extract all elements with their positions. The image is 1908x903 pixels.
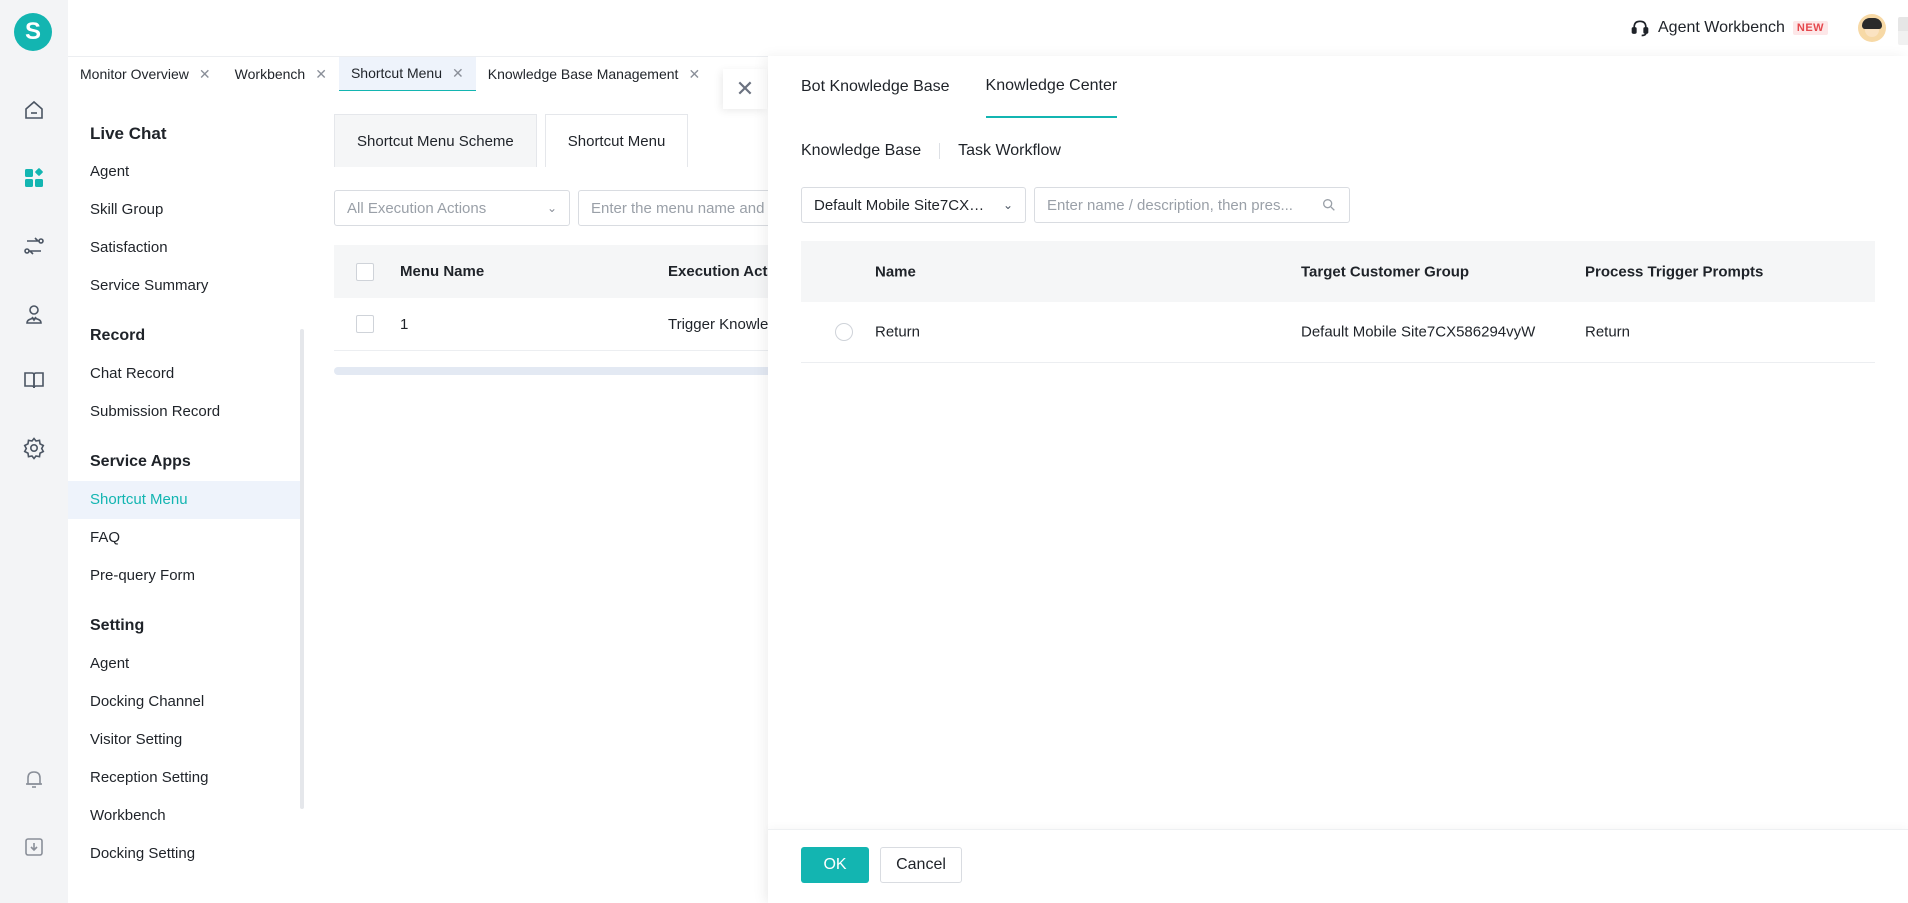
workflow-search-input[interactable] <box>1047 196 1321 214</box>
sidebar-item-visitor-setting[interactable]: Visitor Setting <box>68 721 304 759</box>
sidebar-item-skill-group[interactable]: Skill Group <box>68 191 304 229</box>
segment-knowledge-base[interactable]: Knowledge Base <box>801 142 921 160</box>
section-live-chat: Live Chat <box>90 124 167 143</box>
sidebar-item-faq[interactable]: FAQ <box>68 519 304 557</box>
apps-icon[interactable] <box>20 164 48 192</box>
sidebar-item-workbench[interactable]: Workbench <box>68 797 304 835</box>
workflow-name-cell: Return <box>875 323 921 341</box>
search-icon[interactable] <box>1321 197 1337 213</box>
sidebar-item-submission-record[interactable]: Submission Record <box>68 393 304 431</box>
section-setting: Setting <box>90 617 145 634</box>
agent-workbench-link[interactable]: Agent Workbench NEW <box>1630 18 1829 38</box>
tab-shortcut-menu-list[interactable]: Shortcut Menu <box>544 114 689 167</box>
user-menu[interactable]: ▼ <box>1898 15 1908 47</box>
menu-table-header: Menu Name Execution Acti <box>334 245 784 298</box>
section-service-apps: Service Apps <box>90 453 191 470</box>
close-icon[interactable]: ✕ <box>315 66 327 83</box>
close-icon: ✕ <box>735 76 755 101</box>
settings-icon[interactable] <box>20 434 48 462</box>
username-redacted <box>1898 17 1908 45</box>
close-icon[interactable]: ✕ <box>688 66 700 83</box>
execution-action-filter[interactable]: All Execution Actions ⌄ <box>334 190 570 226</box>
sidebar-item-docking-setting[interactable]: Docking Setting <box>68 835 304 873</box>
book-icon[interactable] <box>20 366 48 394</box>
tab-knowledge-base-management[interactable]: Knowledge Base Management ✕ <box>476 57 712 92</box>
sidebar-item-docking-channel[interactable]: Docking Channel <box>68 683 304 721</box>
drawer-tabs: Bot Knowledge Base Knowledge Center <box>801 56 1118 118</box>
sidebar-item-satisfaction[interactable]: Satisfaction <box>68 229 304 267</box>
trigger-prompt-cell: Return <box>1585 323 1631 341</box>
row-checkbox[interactable] <box>356 315 374 333</box>
tab-bot-knowledge-base[interactable]: Bot Knowledge Base <box>801 56 950 118</box>
headset-icon <box>1631 20 1649 37</box>
sidebar-item-pre-query-form[interactable]: Pre-query Form <box>68 557 304 595</box>
ok-button[interactable]: OK <box>801 847 869 883</box>
sidebar-item-service-summary[interactable]: Service Summary <box>68 267 304 305</box>
column-target-customer-group: Target Customer Group <box>1301 263 1470 280</box>
horizontal-scrollbar[interactable] <box>334 367 784 375</box>
drawer-close-button[interactable]: ✕ <box>723 69 767 109</box>
sidebar-item-reception-setting[interactable]: Reception Setting <box>68 759 304 797</box>
download-icon[interactable] <box>20 833 48 861</box>
home-icon[interactable] <box>20 96 48 124</box>
table-row[interactable]: 1 Trigger Knowle <box>334 298 784 351</box>
chevron-down-icon: ⌄ <box>1002 198 1013 212</box>
tab-shortcut-menu-scheme[interactable]: Shortcut Menu Scheme <box>334 114 537 167</box>
cancel-button[interactable]: Cancel <box>880 847 962 883</box>
sidebar-item-shortcut-menu[interactable]: Shortcut Menu <box>68 481 304 519</box>
segment-task-workflow[interactable]: Task Workflow <box>958 142 1061 160</box>
avatar[interactable] <box>1858 14 1886 42</box>
sidebar-item-setting-agent[interactable]: Agent <box>68 645 304 683</box>
tab-knowledge-center[interactable]: Knowledge Center <box>985 56 1118 118</box>
menu-name-cell: 1 <box>400 315 409 333</box>
site-select[interactable]: Default Mobile Site7CX586294vyW ⌄ <box>801 187 1026 223</box>
section-record: Record <box>90 327 146 344</box>
row-radio[interactable] <box>835 323 853 341</box>
column-execution-action: Execution Acti <box>668 263 772 280</box>
main-content: Shortcut Menu Scheme Shortcut Menu All E… <box>304 91 784 903</box>
tab-shortcut-menu[interactable]: Shortcut Menu ✕ <box>338 56 476 92</box>
bell-icon[interactable] <box>20 765 48 793</box>
subtabs: Shortcut Menu Scheme Shortcut Menu <box>334 114 696 167</box>
table-row[interactable]: Return Default Mobile Site7CX586294vyW R… <box>801 302 1875 363</box>
column-process-trigger-prompts: Process Trigger Prompts <box>1585 263 1764 280</box>
icon-rail: S <box>0 0 68 903</box>
sidebar-item-chat-record[interactable]: Chat Record <box>68 355 304 393</box>
execution-action-cell: Trigger Knowle <box>668 315 769 333</box>
agent-workbench-label: Agent Workbench <box>1658 19 1785 36</box>
knowledge-select-drawer: Bot Knowledge Base Knowledge Center Know… <box>768 56 1908 903</box>
chevron-down-icon: ⌄ <box>546 201 557 215</box>
segment-divider <box>939 143 941 159</box>
new-badge: NEW <box>1792 21 1829 35</box>
tab-workbench[interactable]: Workbench ✕ <box>223 57 339 92</box>
column-name: Name <box>875 263 916 280</box>
close-icon[interactable]: ✕ <box>199 66 211 83</box>
select-all-checkbox[interactable] <box>356 262 374 281</box>
menu-search-input[interactable]: Enter the menu name and <box>578 190 778 226</box>
app-logo[interactable]: S <box>14 13 52 51</box>
open-tabs-bar: Monitor Overview ✕ Workbench ✕ Shortcut Me… <box>68 56 768 92</box>
close-icon[interactable]: ✕ <box>452 65 464 82</box>
knowledge-type-segment: Knowledge Base Task Workflow <box>801 142 1061 160</box>
sidebar: Live Chat Agent Skill Group Satisfaction… <box>68 91 304 903</box>
workflow-table-header: Name Target Customer Group Process Trigg… <box>801 241 1875 302</box>
top-bar: Agent Workbench NEW ▼ <box>68 0 1908 56</box>
column-menu-name: Menu Name <box>400 263 485 280</box>
target-group-cell: Default Mobile Site7CX586294vyW <box>1301 323 1536 341</box>
workflow-search-field[interactable] <box>1034 187 1350 223</box>
sidebar-item-agent[interactable]: Agent <box>68 153 304 191</box>
agent-icon[interactable] <box>20 300 48 328</box>
tab-monitor-overview[interactable]: Monitor Overview ✕ <box>68 57 223 92</box>
routing-icon[interactable] <box>20 232 48 260</box>
drawer-footer: OK Cancel <box>768 829 1908 903</box>
